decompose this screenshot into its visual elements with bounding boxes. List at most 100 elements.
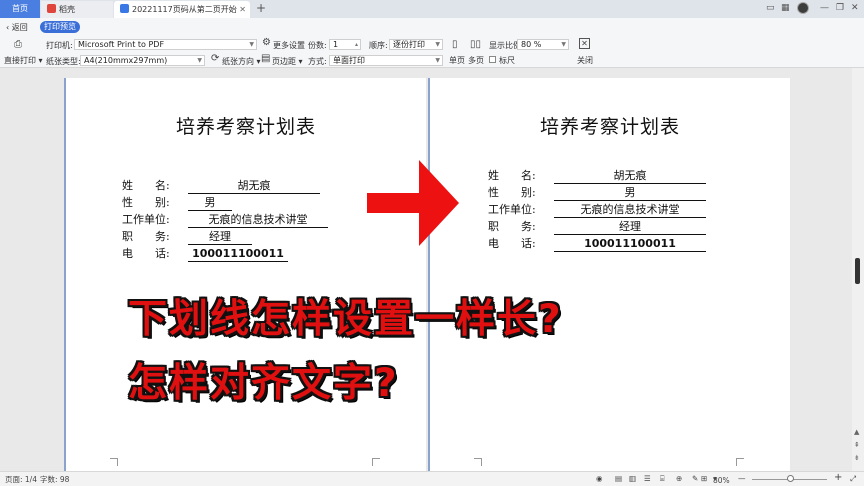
form-field-label: 职 务: [488,220,536,233]
globe-icon[interactable]: ⊕ [676,474,682,483]
form-row: 电 话: 100011100011 [122,246,422,262]
tab-docer[interactable]: 稻壳 [41,1,113,18]
single-page-button[interactable]: 单页 [449,55,465,66]
form-field-value: 男 [188,195,232,211]
scrollbar-thumb[interactable] [855,258,860,284]
margins-button[interactable]: 页边距 ▾ [272,56,303,67]
copies-stepper[interactable]: 1 ▴ [329,39,361,50]
tab-close-icon[interactable]: ✕ [239,1,246,18]
more-settings-button[interactable]: 更多设置 [273,40,305,51]
next-page-icon[interactable]: ⇟ [854,454,860,462]
page-count: 页面: 1/4 [5,475,37,484]
multi-page-icon[interactable]: ▯▯ [470,39,481,50]
form-field-value: 经理 [188,229,252,245]
back-button[interactable]: ‹ 返回 [6,22,28,33]
vertical-scrollbar[interactable]: ▲ ⇞ ⇟ [852,68,864,471]
chevron-down-icon: ▼ [249,41,254,48]
page-view-icon[interactable]: ▤ [615,474,622,483]
form-field-label: 姓 名: [122,179,170,192]
form-field-value: 100011100011 [554,236,706,252]
form-row: 姓 名: 胡无痕 [488,168,788,184]
minimize-icon[interactable]: — [820,3,829,13]
ruler-checkbox[interactable] [489,56,496,63]
avatar[interactable] [797,2,809,14]
orientation-button[interactable]: 纸张方向 ▾ [222,56,261,67]
scroll-up-icon[interactable]: ▲ [854,428,859,436]
form-row: 电 话: 100011100011 [488,236,788,252]
fit-page-icon[interactable]: ⊞ [701,474,707,483]
docer-icon [47,4,56,13]
tab-docer-label: 稻壳 [59,5,75,14]
form-field-label: 性 别: [488,186,536,199]
order-select[interactable]: 逐份打印 ▼ [389,39,443,50]
form-field-value: 无痕的信息技术讲堂 [188,212,328,228]
form-field-value: 胡无痕 [554,168,706,184]
multi-page-button[interactable]: 多页 [468,55,484,66]
page-corner-mark [474,458,482,466]
form-field-value: 100011100011 [188,246,288,262]
form-field-label: 工作单位: [488,203,536,216]
form-field-label: 姓 名: [488,169,536,182]
caption-line-2: 怎样对齐文字? [128,361,399,406]
form-field-value: 胡无痕 [188,178,320,194]
new-tab-button[interactable]: + [256,1,266,15]
tab-document[interactable]: 20221117页码从第二页开始 (2) ✕ [114,1,250,31]
display-ratio-value: 80 % [521,40,542,49]
stepper-icon: ▴ [354,41,358,48]
zoom-slider-knob[interactable] [787,475,794,482]
printer-select[interactable]: Microsoft Print to PDF ▼ [74,39,257,50]
chevron-down-icon: ▼ [197,57,202,64]
zoom-value[interactable]: 80% ▾ [713,474,730,485]
printer-icon[interactable]: ⎙ [14,39,22,50]
grid-icon[interactable]: ▦ [781,3,790,13]
tab-home[interactable]: 首页 [0,0,40,18]
tab-bar: 首页 稻壳 20221117页码从第二页开始 (2) ✕ + ▭ ▦ — ❐ ✕ [0,0,864,31]
close-window-icon[interactable]: ✕ [851,3,859,13]
tab-layout-icon[interactable]: ▭ [766,3,775,13]
order-value: 逐份打印 [393,40,425,49]
display-ratio-select[interactable]: 80 % ▼ [517,39,569,50]
wps-print-preview-window: 首页 稻壳 20221117页码从第二页开始 (2) ✕ + ▭ ▦ — ❐ ✕… [0,0,864,486]
word-doc-icon [120,4,129,13]
form-field-value: 男 [554,185,706,201]
reading-icon[interactable]: ⌸ [660,474,665,484]
direct-print-label: 直接打印 [4,56,36,65]
form-field-value: 无痕的信息技术讲堂 [554,202,706,218]
paper-type-label: 纸张类型: [46,57,81,66]
margins-icon[interactable]: ▤ [261,53,270,64]
red-arrow-shape [367,160,459,246]
columns-icon[interactable]: ▥ [629,474,636,483]
orientation-icon[interactable]: ⟳ [211,53,219,64]
paper-type-select[interactable]: A4(210mmx297mm) ▼ [80,55,205,66]
outline-icon[interactable]: ☰ [644,474,651,483]
zoom-in-button[interactable]: + [834,472,842,483]
chevron-down-icon: ▼ [435,41,440,48]
form-field-value: 经理 [554,219,706,235]
method-select[interactable]: 单面打印 ▼ [329,55,443,66]
eye-icon[interactable]: ◉ [596,474,603,483]
restore-icon[interactable]: ❐ [836,3,844,13]
form-row: 性 别: 男 [488,185,788,201]
orientation-label: 纸张方向 [222,57,254,66]
gear-icon[interactable]: ⚙ [262,37,271,48]
zoom-label: 80% [713,476,730,485]
form-field-label: 工作单位: [122,213,170,226]
order-label: 顺序: [369,41,388,50]
direct-print-button[interactable]: 直接打印 ▾ [4,55,43,66]
form-field-label: 电 话: [488,237,536,250]
page-corner-mark [736,458,744,466]
red-arrow-icon [367,160,459,246]
form-field-label: 职 务: [122,230,170,243]
back-label: 返回 [11,23,28,32]
prev-page-icon[interactable]: ⇞ [854,441,860,449]
single-page-icon[interactable]: ▯ [452,39,458,50]
print-preview-mode-badge: 打印预览 [40,21,80,33]
close-preview-icon[interactable]: ✕ [579,38,590,49]
pen-icon[interactable]: ✎ [692,474,698,483]
page-corner-mark [110,458,118,466]
page-before: 培养考察计划表 姓 名: 胡无痕性 别: 男工作单位: 无痕的信息技术讲堂职 务: 经理… [64,78,426,471]
fullscreen-icon[interactable]: ⤢ [850,474,856,484]
chevron-down-icon: ▼ [561,41,566,48]
close-preview-button[interactable]: 关闭 [577,55,593,66]
zoom-out-button[interactable]: — [738,474,746,483]
